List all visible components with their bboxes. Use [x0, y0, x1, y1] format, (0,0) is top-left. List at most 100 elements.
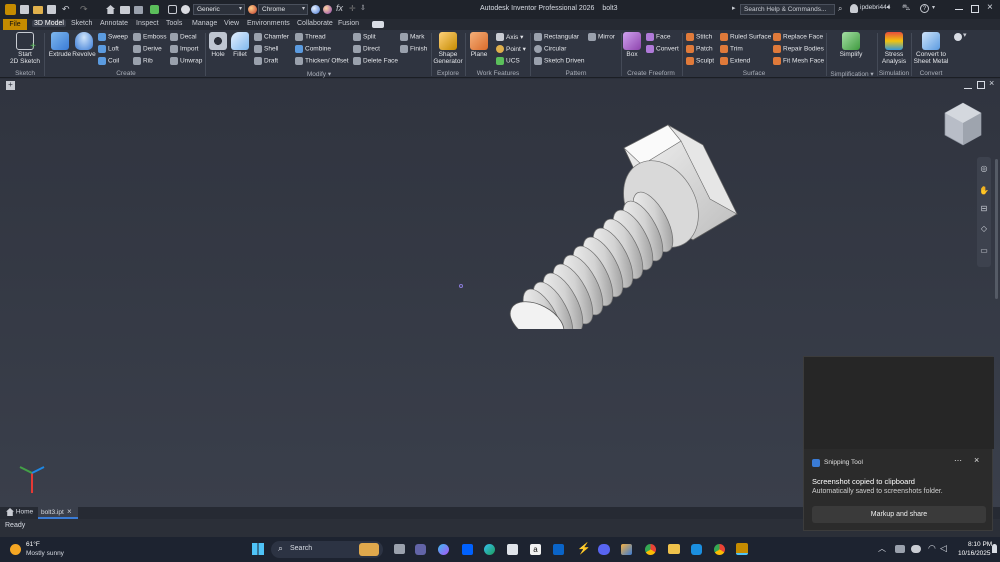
delete-face-button[interactable]: Delete Face	[353, 57, 398, 65]
snipping-tool-notification[interactable]: Snipping Tool ⋯ × Screenshot copied to c…	[803, 356, 994, 531]
color-override-icon[interactable]	[311, 5, 320, 14]
window-close-icon[interactable]: ×	[989, 78, 994, 88]
more-options-icon[interactable]: ⋯	[954, 456, 962, 465]
direct-button[interactable]: Direct	[353, 45, 380, 53]
fit-mesh-face-button[interactable]: Fit Mesh Face	[773, 57, 824, 65]
chevron-down-icon[interactable]: ▾	[328, 71, 331, 78]
wifi-icon[interactable]: ◠	[928, 543, 936, 554]
task-view-icon[interactable]	[394, 544, 405, 554]
file-explorer-icon[interactable]	[668, 544, 680, 554]
repair-bodies-button[interactable]: Repair Bodies	[773, 45, 824, 53]
trim-button[interactable]: Trim	[720, 45, 743, 53]
import-button[interactable]: Import	[170, 45, 198, 53]
tab-overflow-icon[interactable]	[372, 21, 384, 28]
save-icon[interactable]	[47, 5, 56, 14]
thread-button[interactable]: Thread	[295, 33, 326, 41]
zoom-icon[interactable]: ⊟	[977, 201, 991, 215]
cart-icon[interactable]: ⛍	[902, 3, 910, 13]
pan-icon[interactable]: ✋	[977, 183, 991, 197]
extrude-button[interactable]: Extrude	[48, 32, 72, 58]
tab-fusion[interactable]: Fusion	[338, 20, 359, 27]
file-tab[interactable]: File	[3, 19, 27, 30]
patch-button[interactable]: Patch	[686, 45, 713, 53]
user-name[interactable]: ipdebri444	[860, 4, 890, 11]
derive-button[interactable]: Derive	[133, 45, 162, 53]
ucs-button[interactable]: UCS	[496, 57, 520, 65]
tab-view[interactable]: View	[224, 20, 239, 27]
search-icon[interactable]: ⌕	[838, 4, 842, 14]
appearance-dropdown[interactable]: Generic ▾	[193, 4, 245, 15]
update-icon[interactable]	[150, 5, 159, 14]
bolt-3d-model[interactable]	[505, 119, 745, 329]
sweep-button[interactable]: Sweep	[98, 33, 128, 41]
lightning-app-icon[interactable]: ⚡	[577, 542, 591, 555]
sketch-driven-pattern-button[interactable]: Sketch Driven	[534, 57, 584, 65]
convert-to-sheet-metal-button[interactable]: Convert to Sheet Metal	[912, 32, 950, 65]
simplify-button[interactable]: Simplify	[832, 32, 870, 58]
plane-button[interactable]: Plane	[467, 32, 491, 58]
help-search-input[interactable]: Search Help & Commands...	[740, 4, 835, 15]
fx-parameters-icon[interactable]: fx	[336, 3, 343, 13]
close-icon[interactable]: ×	[987, 2, 993, 13]
dropbox-icon[interactable]	[462, 544, 473, 555]
tray-chevron-icon[interactable]: ︿	[878, 543, 886, 554]
edge-icon[interactable]	[484, 544, 495, 555]
decal-button[interactable]: Decal	[170, 33, 197, 41]
tab-sketch[interactable]: Sketch	[71, 20, 92, 27]
windows-start-icon[interactable]	[252, 543, 264, 555]
coil-button[interactable]: Coil	[98, 57, 119, 65]
orbit-icon[interactable]: ◇	[977, 221, 991, 235]
start-2d-sketch-button[interactable]: + Start 2D Sketch	[8, 32, 42, 65]
taskbar-search-box[interactable]: ⌕ Search	[271, 541, 383, 558]
axis-button[interactable]: Axis ▾	[496, 33, 523, 42]
weather-widget[interactable]: 61°F Mostly sunny	[8, 541, 78, 559]
teams-icon[interactable]	[415, 544, 426, 555]
viewcube[interactable]	[942, 101, 984, 147]
clear-appearance-icon[interactable]	[323, 5, 332, 14]
maximize-icon[interactable]	[971, 5, 979, 13]
thicken-offset-button[interactable]: Thicken/ Offset	[295, 57, 349, 65]
home-tab[interactable]: Home	[6, 508, 33, 518]
draft-button[interactable]: Draft	[254, 57, 278, 65]
amazon-icon[interactable]: a	[530, 544, 541, 555]
print-icon[interactable]	[120, 6, 130, 14]
help-icon[interactable]: ?	[920, 4, 929, 13]
viewport-scrollbar[interactable]	[995, 159, 998, 299]
look-at-icon[interactable]: ▭	[977, 243, 991, 257]
measure-icon[interactable]	[168, 5, 177, 14]
volume-icon[interactable]: ◁	[940, 543, 947, 554]
help-chevron-icon[interactable]: ▾	[932, 4, 935, 11]
tab-inspect[interactable]: Inspect	[136, 20, 159, 27]
new-icon[interactable]	[20, 5, 29, 14]
notification-bell-icon[interactable]	[992, 544, 997, 553]
document-tab-close-icon[interactable]: ×	[67, 507, 72, 516]
material-dropdown[interactable]: Chrome ▾	[258, 4, 308, 15]
discord-icon[interactable]	[598, 544, 610, 555]
screenshot-preview[interactable]	[804, 357, 994, 449]
box-freeform-button[interactable]: Box	[622, 32, 642, 58]
taskbar-date[interactable]: 10/16/2025	[958, 550, 991, 557]
emboss-button[interactable]: Emboss	[133, 33, 166, 41]
store-icon[interactable]	[507, 544, 518, 555]
mirror-button[interactable]: Mirror	[588, 33, 615, 41]
finish-button[interactable]: Finish	[400, 45, 427, 53]
combine-button[interactable]: Combine	[295, 45, 331, 53]
point-button[interactable]: Point ▾	[496, 45, 526, 54]
open-icon[interactable]	[33, 6, 43, 14]
windows-app-icon[interactable]	[691, 544, 702, 555]
inventor-logo-icon[interactable]	[5, 4, 16, 15]
face-freeform-button[interactable]: Face	[646, 33, 670, 41]
replace-face-button[interactable]: Replace Face	[773, 33, 823, 41]
shape-generator-button[interactable]: Shape Generator	[433, 32, 463, 65]
steering-wheel-icon[interactable]: ◎	[977, 161, 991, 175]
close-circle-icon[interactable]	[181, 5, 190, 14]
tab-tools[interactable]: Tools	[166, 20, 182, 27]
redo-icon[interactable]: ↷	[80, 4, 88, 15]
taskbar-time[interactable]: 8:10 PM	[968, 541, 992, 548]
mark-button[interactable]: Mark	[400, 33, 424, 41]
search-expand-icon[interactable]: ▸	[732, 4, 736, 12]
rectangular-pattern-button[interactable]: Rectangular	[534, 33, 579, 41]
tab-3d-model[interactable]: 3D Model	[32, 20, 66, 27]
hole-button[interactable]: Hole	[207, 32, 229, 58]
ribbon-options-icon[interactable]	[954, 33, 962, 41]
